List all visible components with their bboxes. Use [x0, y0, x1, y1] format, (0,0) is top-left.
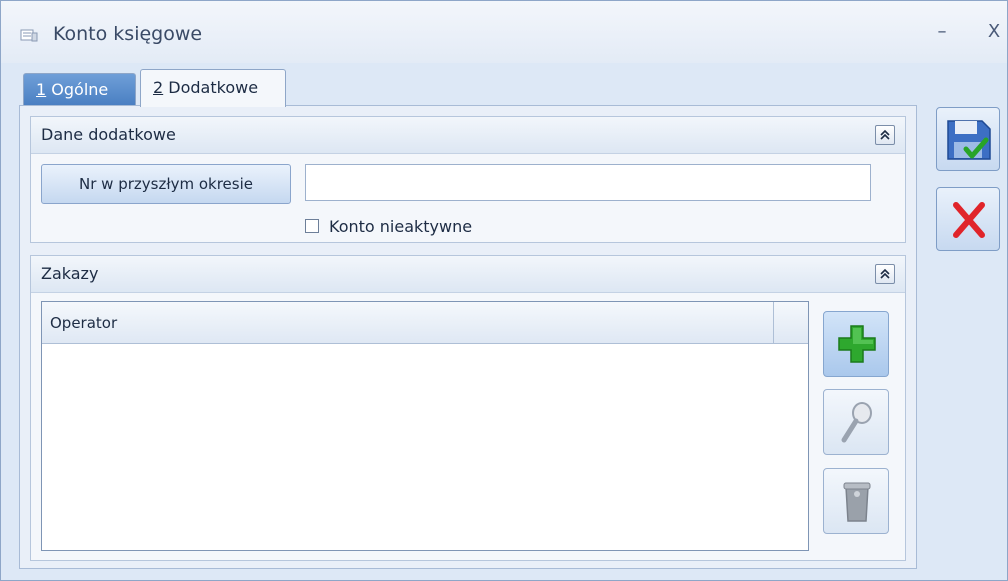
view-button[interactable] — [823, 389, 889, 455]
tab-page-dodatkowe: Dane dodatkowe Nr w przyszłym okresie Ko… — [19, 105, 917, 569]
collapse-zakazy-button[interactable] — [875, 264, 895, 284]
tab-ogolne-accel: 1 — [36, 80, 47, 99]
double-chevron-up-icon — [880, 268, 890, 279]
trash-icon — [843, 482, 871, 522]
collapse-dane-button[interactable] — [875, 125, 895, 145]
group-zakazy-header: Zakazy — [31, 256, 905, 293]
grid-header: Operator — [42, 302, 808, 344]
group-zakazy: Zakazy Operator — [30, 255, 906, 561]
tab-dodatkowe-accel: 2 — [153, 78, 164, 97]
inactive-checkbox[interactable] — [305, 219, 319, 233]
delete-button[interactable] — [823, 468, 889, 534]
save-button[interactable] — [936, 107, 1000, 171]
window-title: Konto księgowe — [53, 23, 203, 45]
group-dane-header: Dane dodatkowe — [31, 117, 905, 154]
magnifier-icon — [841, 402, 872, 443]
tab-dodatkowe[interactable]: 2 Dodatkowe — [140, 69, 286, 107]
group-dane-title: Dane dodatkowe — [41, 125, 176, 144]
inactive-checkbox-label: Konto nieaktywne — [329, 217, 473, 236]
group-dane-dodatkowe: Dane dodatkowe Nr w przyszłym okresie Ko… — [30, 116, 906, 243]
save-icon — [947, 120, 991, 160]
group-zakazy-title: Zakazy — [41, 264, 99, 283]
cancel-button[interactable] — [936, 187, 1000, 251]
cancel-icon — [953, 202, 985, 238]
tab-ogolne[interactable]: 1 Ogólne — [23, 73, 136, 105]
tab-dodatkowe-label: Dodatkowe — [163, 78, 259, 97]
title-bar: Konto księgowe – X — [1, 1, 1007, 63]
operators-grid[interactable]: Operator — [41, 301, 809, 551]
add-button[interactable] — [823, 311, 889, 377]
nr-next-period-button[interactable]: Nr w przyszłym okresie — [41, 164, 291, 204]
column-header-operator[interactable]: Operator — [42, 302, 774, 343]
plus-icon — [838, 325, 876, 363]
double-chevron-up-icon — [880, 129, 890, 140]
app-icon — [20, 29, 38, 42]
tab-ogolne-label: Ogólne — [46, 80, 109, 99]
dialog-window: Konto księgowe – X 1 Ogólne 2 Dodatkowe … — [0, 0, 1008, 581]
close-button[interactable]: X — [983, 21, 1005, 42]
nr-next-period-input[interactable] — [305, 164, 871, 201]
minimize-button[interactable]: – — [931, 21, 953, 42]
